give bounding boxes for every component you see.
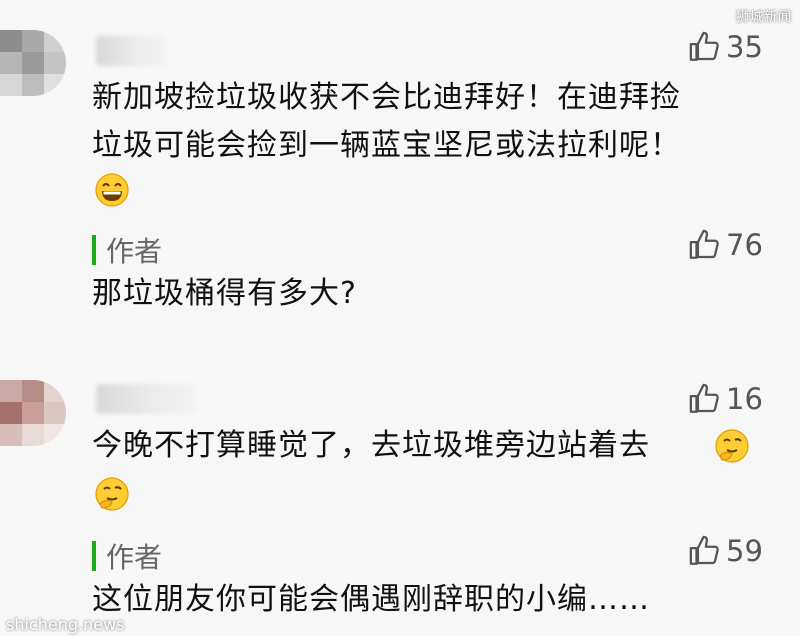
like-button[interactable]: 16: [688, 382, 763, 416]
thumbs-up-icon: [689, 535, 719, 565]
nickname-blurred: [96, 384, 196, 414]
author-bar: [92, 235, 96, 265]
watermark-top: 狮城新闻: [735, 10, 792, 25]
thumbs-up-icon: [689, 31, 719, 61]
like-button[interactable]: 35: [688, 30, 763, 64]
like-count: 35: [726, 29, 763, 64]
thumbs-up-icon: [689, 383, 719, 413]
author-label: 作者: [106, 541, 163, 574]
author-reply-header: 作者: [92, 230, 162, 270]
like-count: 59: [726, 533, 763, 568]
avatar[interactable]: [0, 380, 66, 446]
like-count: 76: [726, 227, 763, 262]
like-count: 16: [726, 381, 763, 416]
reply-text: 那垃圾桶得有多大?: [92, 276, 357, 311]
like-button[interactable]: 59: [688, 534, 763, 568]
comment-text-line: 垃圾可能会捡到一辆蓝宝坚尼或法拉利呢！: [92, 128, 681, 163]
watermark-bottom: shicheng.news: [6, 615, 125, 634]
author-reply-header: 作者: [92, 536, 162, 576]
author-label: 作者: [106, 235, 163, 268]
like-button[interactable]: 76: [688, 228, 763, 262]
avatar[interactable]: [0, 30, 66, 96]
reply-text: 这位朋友你可能会偶遇刚辞职的小编……: [92, 582, 650, 617]
grinning-face-emoji: [95, 173, 129, 207]
comment-text-line: 新加坡捡垃圾收获不会比迪拜好！在迪拜捡: [92, 80, 681, 115]
thinking-face-emoji: [95, 477, 129, 511]
thumbs-up-icon: [689, 229, 719, 259]
nickname-blurred: [96, 36, 166, 66]
author-bar: [92, 541, 96, 571]
thinking-face-emoji: [715, 429, 749, 463]
comment-text-line: 今晚不打算睡觉了，去垃圾堆旁边站着去: [92, 428, 650, 463]
